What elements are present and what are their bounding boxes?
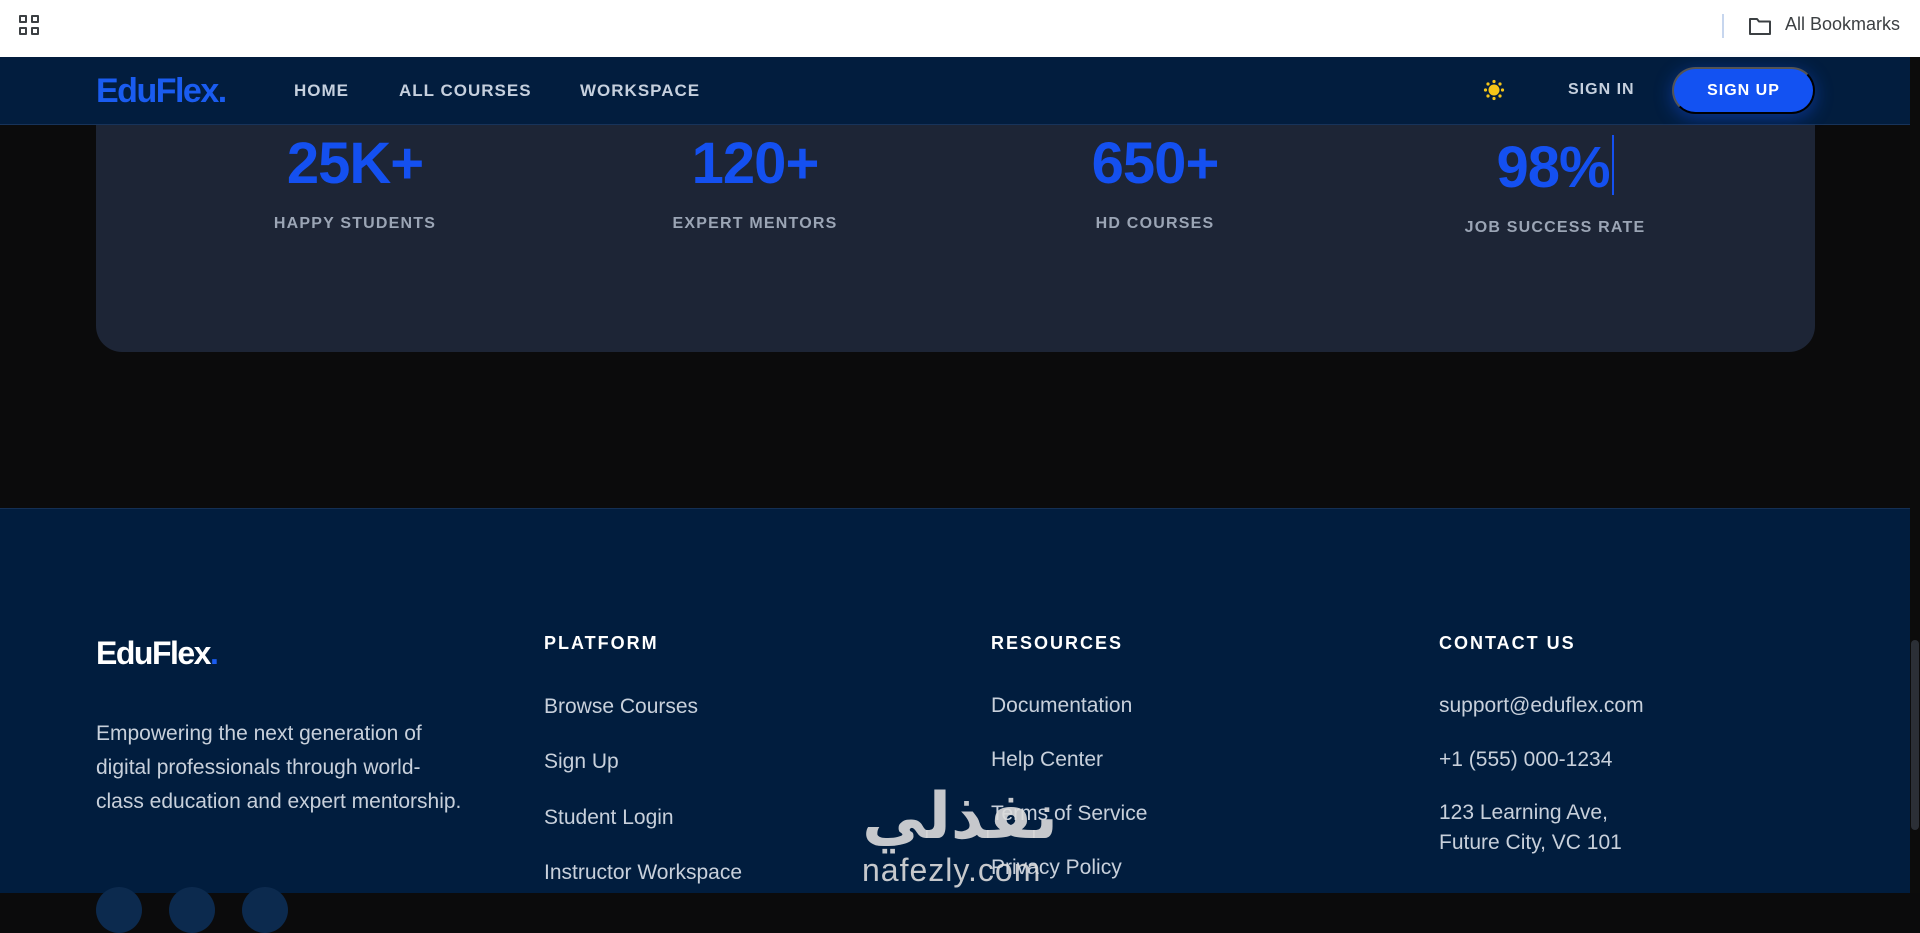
browse-courses-link[interactable]: Browse Courses (544, 695, 698, 719)
stat-value: 650+ (1091, 131, 1220, 196)
folder-icon[interactable] (1748, 16, 1772, 36)
logo-dot: . (217, 72, 227, 110)
sun-icon[interactable] (1483, 79, 1505, 101)
site-navbar: EduFlex. HOME ALL COURSES WORKSPACE SIGN… (0, 57, 1910, 125)
stat-label: HD COURSES (1095, 215, 1215, 232)
help-center-link[interactable]: Help Center (991, 748, 1103, 772)
site-logo[interactable]: EduFlex. (96, 72, 227, 111)
page-scrollbar-thumb[interactable] (1911, 640, 1919, 830)
social-link[interactable] (242, 887, 288, 933)
stat-job-success-rate: 98% JOB SUCCESS RATE (1405, 135, 1705, 237)
footer-description: Empowering the next generation of digita… (96, 722, 462, 813)
stat-value: 120+ (691, 131, 820, 196)
student-login-link[interactable]: Student Login (544, 806, 674, 830)
resources-heading: RESOURCES (991, 633, 1124, 653)
bookmarks-divider (1722, 14, 1724, 38)
nav-workspace-link[interactable]: WORKSPACE (580, 81, 700, 101)
stats-card: 25K+ HAPPY STUDENTS 120+ EXPERT MENTORS … (96, 125, 1815, 352)
social-link[interactable] (96, 887, 142, 933)
sign-up-footer-link[interactable]: Sign Up (544, 750, 619, 774)
contact-phone-link[interactable]: +1 (555) 000-1234 (1439, 748, 1612, 772)
instructor-workspace-link[interactable]: Instructor Workspace (544, 861, 742, 885)
social-link[interactable] (169, 887, 215, 933)
stat-label: JOB SUCCESS RATE (1464, 219, 1646, 236)
stat-label: EXPERT MENTORS (672, 215, 838, 232)
address-line-1: 123 Learning Ave, (1439, 801, 1608, 824)
typing-caret (1611, 135, 1614, 195)
sign-in-link[interactable]: SIGN IN (1568, 81, 1635, 99)
contact-email-link[interactable]: support@eduflex.com (1439, 694, 1644, 718)
footer-logo-text: EduFlex (96, 635, 211, 671)
stat-value-wrap: 98% (1405, 135, 1705, 197)
nav-home-link[interactable]: HOME (294, 81, 349, 101)
stat-expert-mentors: 120+ EXPERT MENTORS (605, 135, 905, 233)
stat-value: 25K+ (286, 131, 424, 196)
footer-logo-dot: . (209, 635, 219, 671)
address-line-2: Future City, VC 101 (1439, 831, 1622, 854)
sign-up-button[interactable]: SIGN UP (1672, 67, 1815, 114)
apps-grid-icon[interactable] (19, 15, 41, 37)
logo-text: EduFlex (96, 72, 219, 110)
nav-all-courses-link[interactable]: ALL COURSES (399, 81, 532, 101)
documentation-link[interactable]: Documentation (991, 694, 1132, 718)
contact-address: 123 Learning Ave, Future City, VC 101 (1439, 798, 1622, 858)
stat-label: HAPPY STUDENTS (273, 215, 437, 232)
watermark-latin: nafezly.com (862, 852, 1042, 888)
footer-logo[interactable]: EduFlex. (96, 635, 219, 672)
stat-hd-courses: 650+ HD COURSES (1005, 135, 1305, 233)
bookmarks-bar: All Bookmarks (0, 0, 1920, 57)
all-bookmarks-link[interactable]: All Bookmarks (1785, 14, 1900, 35)
stat-happy-students: 25K+ HAPPY STUDENTS (205, 135, 505, 233)
platform-heading: PLATFORM (544, 633, 659, 653)
watermark-arabic: نفذلي (862, 780, 1058, 852)
nafezly-watermark: نفذلي nafezly.com (850, 780, 1070, 893)
stat-value: 98% (1496, 135, 1610, 200)
contact-heading: CONTACT US (1439, 633, 1576, 653)
